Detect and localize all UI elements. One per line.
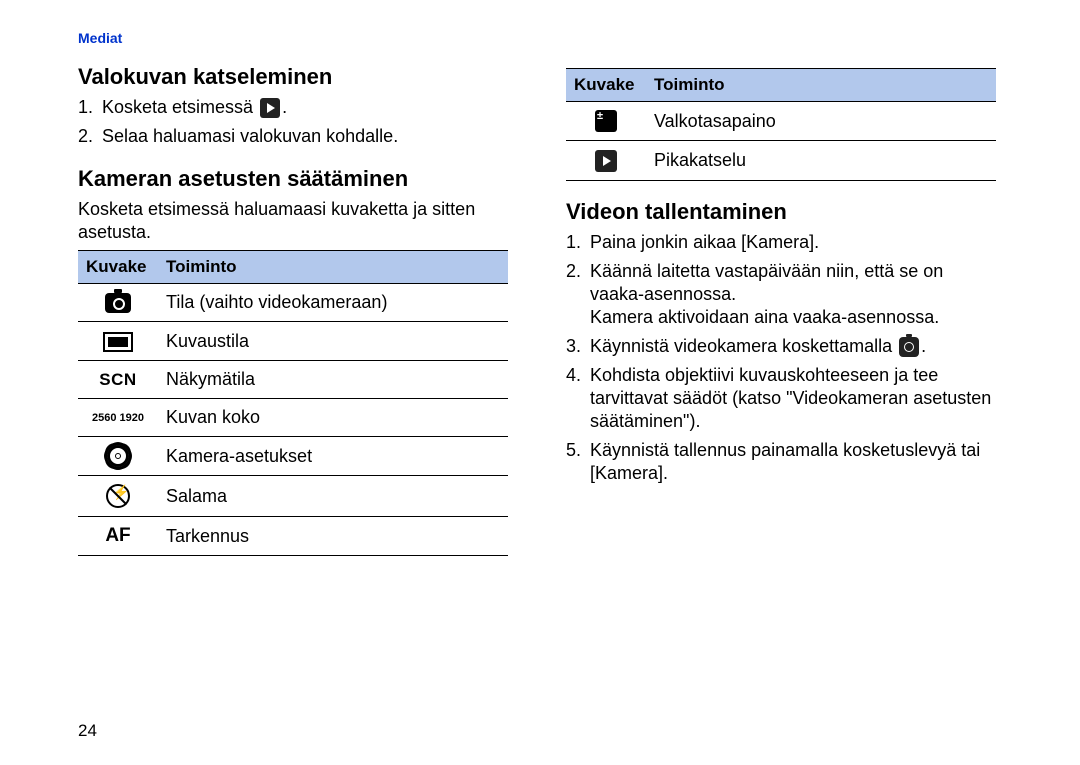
list-item: 5.Käynnistä tallennus painamalla kosketu… (566, 439, 996, 485)
ev-icon: ± (595, 110, 617, 132)
table-row: Kamera-asetukset (78, 436, 508, 475)
table-row: SCN Näkymätila (78, 360, 508, 398)
settings-intro: Kosketa etsimessä haluamaasi kuvaketta j… (78, 198, 508, 244)
function-cell: Kuvaustila (158, 322, 508, 360)
step-number: 2. (566, 260, 590, 283)
table-row: Pikakatselu (566, 141, 996, 180)
gear-icon (107, 445, 129, 467)
step-number: 1. (566, 231, 590, 254)
table-header-icon: Kuvake (566, 69, 646, 102)
step-number: 2. (78, 125, 102, 148)
video-steps-list: 1.Paina jonkin aikaa [Kamera].2.Käännä l… (566, 231, 996, 485)
table-row: Salama (78, 476, 508, 517)
table-row: AF Tarkennus (78, 517, 508, 556)
step-text: Selaa haluamasi valokuvan kohdalle. (102, 125, 508, 148)
function-cell: Pikakatselu (646, 141, 996, 180)
play-icon (260, 98, 280, 118)
noflash-icon (106, 484, 130, 508)
list-item: 3.Käynnistä videokamera koskettamalla . (566, 335, 996, 358)
list-item: 1.Paina jonkin aikaa [Kamera]. (566, 231, 996, 254)
step-text: Kosketa etsimessä . (102, 96, 508, 119)
icon-cell: ± (566, 102, 646, 141)
camera-icon (899, 337, 919, 357)
view-steps-list: 1.Kosketa etsimessä .2.Selaa haluamasi v… (78, 96, 508, 148)
table-header-func: Toiminto (158, 251, 508, 284)
left-column: Valokuvan katseleminen 1.Kosketa etsimes… (78, 64, 508, 556)
content-columns: Valokuvan katseleminen 1.Kosketa etsimes… (78, 64, 1002, 556)
list-item: 4.Kohdista objektiivi kuvauskohteeseen j… (566, 364, 996, 433)
step-text: Käännä laitetta vastapäivään niin, että … (590, 260, 996, 329)
heading-view-photo: Valokuvan katseleminen (78, 64, 508, 90)
page-number: 24 (78, 721, 97, 741)
icon-cell (78, 284, 158, 322)
right-column: Kuvake Toiminto ± ValkotasapainoPikakatse… (566, 64, 996, 556)
icon-cell (78, 436, 158, 475)
icon-cell: SCN (78, 360, 158, 398)
table-row: Kuvaustila (78, 322, 508, 360)
table-header-icon: Kuvake (78, 251, 158, 284)
step-number: 1. (78, 96, 102, 119)
list-item: 2.Selaa haluamasi valokuvan kohdalle. (78, 125, 508, 148)
step-number: 4. (566, 364, 590, 387)
size-icon: 2560 1920 (92, 413, 144, 423)
function-cell: Näkymätila (158, 360, 508, 398)
step-text: Paina jonkin aikaa [Kamera]. (590, 231, 996, 254)
function-cell: Valkotasapaino (646, 102, 996, 141)
list-item: 2.Käännä laitetta vastapäivään niin, ett… (566, 260, 996, 329)
play-small-icon (595, 150, 617, 172)
function-cell: Tila (vaihto videokameraan) (158, 284, 508, 322)
icon-cell (78, 322, 158, 360)
function-cell: Salama (158, 476, 508, 517)
table-row: 2560 1920 Kuvan koko (78, 398, 508, 436)
heading-camera-settings: Kameran asetusten säätäminen (78, 166, 508, 192)
scn-icon: SCN (99, 370, 136, 390)
function-cell: Tarkennus (158, 517, 508, 556)
section-header: Mediat (78, 30, 1002, 46)
list-item: 1.Kosketa etsimessä . (78, 96, 508, 119)
table-row: ± Valkotasapaino (566, 102, 996, 141)
heading-video-record: Videon tallentaminen (566, 199, 996, 225)
step-text: Käynnistä tallennus painamalla kosketusl… (590, 439, 996, 485)
icon-cell (78, 476, 158, 517)
icon-cell: AF (78, 517, 158, 556)
step-text: Käynnistä videokamera koskettamalla . (590, 335, 996, 358)
function-cell: Kamera-asetukset (158, 436, 508, 475)
table-row: Tila (vaihto videokameraan) (78, 284, 508, 322)
camera-solid-icon (105, 293, 131, 313)
camera-settings-table: Kuvake Toiminto Tila (vaihto videokamera… (78, 250, 508, 556)
table-header-func: Toiminto (646, 69, 996, 102)
step-number: 3. (566, 335, 590, 358)
icon-cell: 2560 1920 (78, 398, 158, 436)
icon-cell (566, 141, 646, 180)
step-text: Kohdista objektiivi kuvauskohteeseen ja … (590, 364, 996, 433)
function-cell: Kuvan koko (158, 398, 508, 436)
step-number: 5. (566, 439, 590, 462)
af-icon: AF (105, 525, 130, 547)
camera-settings-table-cont: Kuvake Toiminto ± ValkotasapainoPikakatse… (566, 68, 996, 181)
rect-fill-icon (103, 332, 133, 352)
